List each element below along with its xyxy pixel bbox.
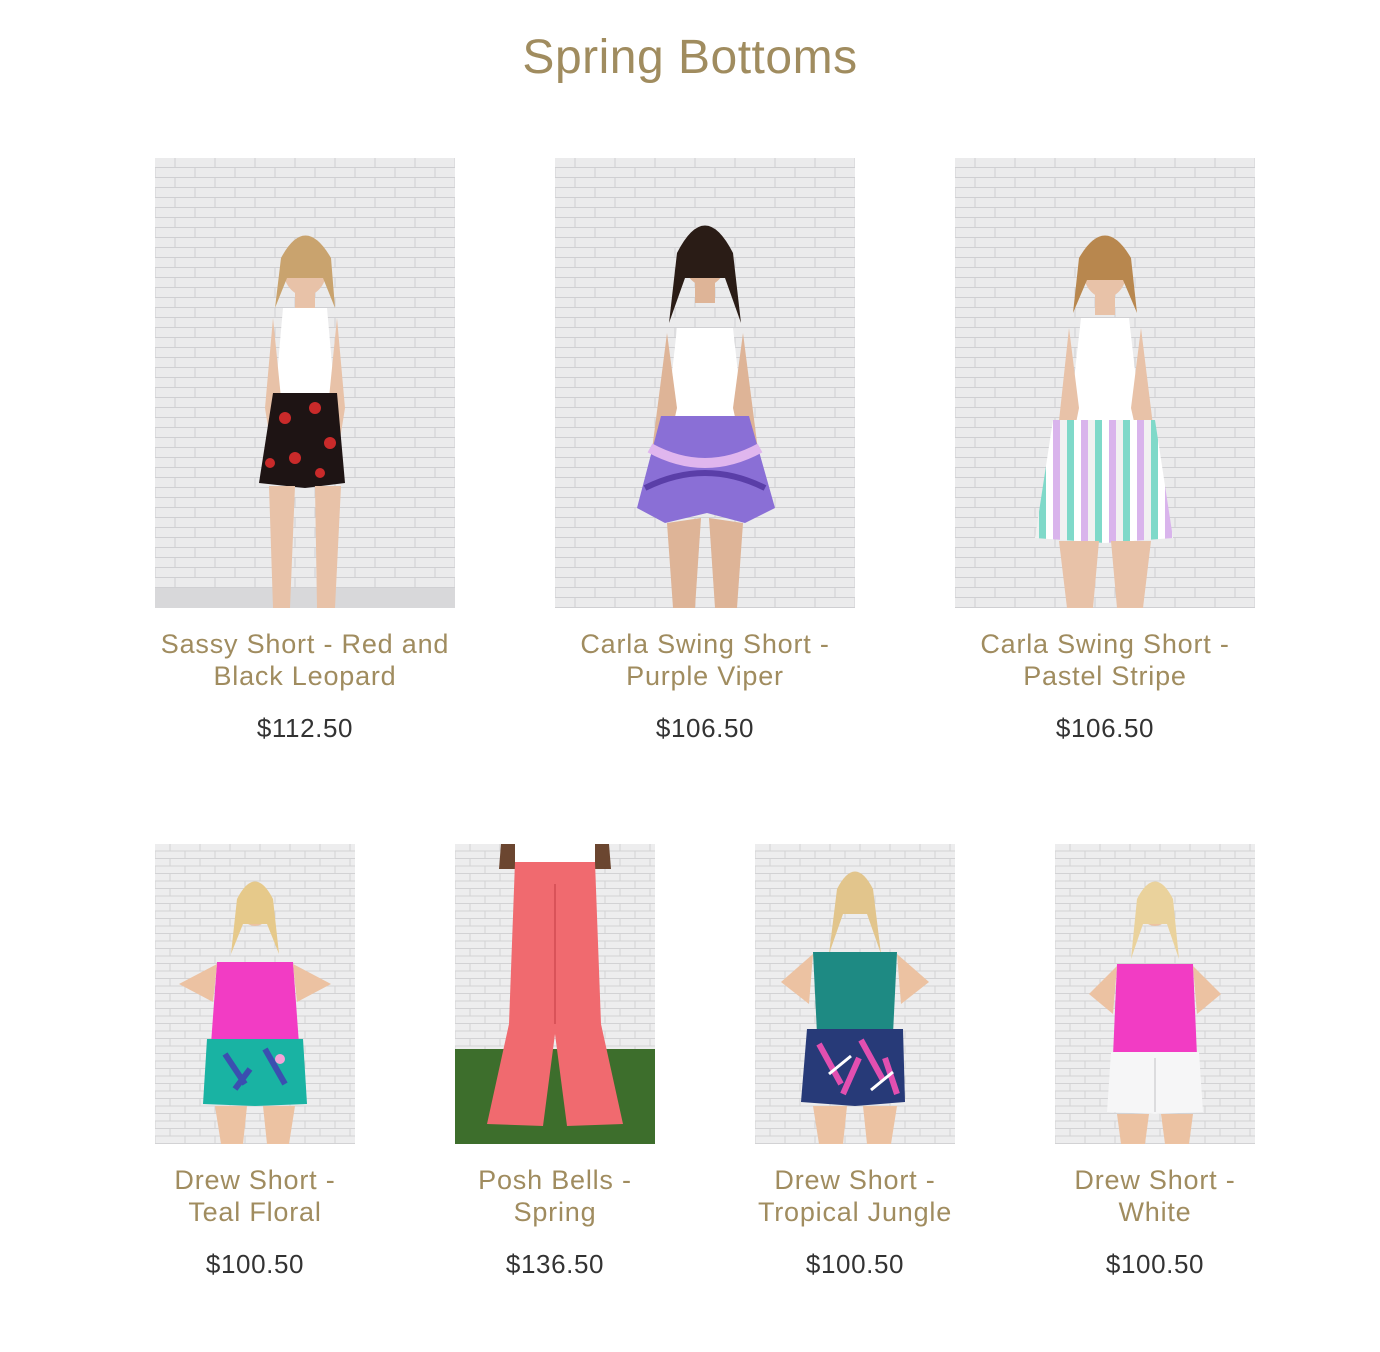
product-card[interactable]: Drew Short - Tropical Jungle $100.50 [755, 844, 955, 1280]
product-price: $106.50 [655, 713, 755, 743]
product-image[interactable] [755, 844, 955, 1144]
product-image[interactable] [155, 844, 355, 1144]
product-card[interactable]: Posh Bells - Spring $136.50 [455, 844, 655, 1280]
product-price: $100.50 [805, 1249, 905, 1279]
product-card[interactable]: Drew Short - White $100.50 [1055, 844, 1255, 1280]
product-name[interactable]: Drew Short - Teal Floral [155, 1164, 355, 1228]
product-name[interactable]: Carla Swing Short - Purple Viper [555, 628, 855, 692]
page-title: Spring Bottoms [522, 31, 858, 84]
product-name[interactable]: Sassy Short - Red and Black Leopard [155, 628, 455, 692]
product-image[interactable] [1055, 844, 1255, 1144]
product-image[interactable] [455, 844, 655, 1144]
product-name[interactable]: Carla Swing Short - Pastel Stripe [955, 628, 1255, 692]
product-image[interactable] [955, 158, 1255, 608]
product-card[interactable]: Carla Swing Short - Purple Viper $106.50 [555, 158, 855, 744]
product-price: $112.50 [256, 713, 354, 743]
product-card[interactable]: Carla Swing Short - Pastel Stripe $106.5… [955, 158, 1255, 744]
product-price: $106.50 [1055, 713, 1155, 743]
product-name[interactable]: Drew Short - Tropical Jungle [755, 1164, 955, 1228]
product-name[interactable]: Posh Bells - Spring [455, 1164, 655, 1228]
product-image[interactable] [155, 158, 455, 608]
product-price: $100.50 [1105, 1249, 1205, 1279]
product-price: $136.50 [505, 1249, 605, 1279]
product-image[interactable] [555, 158, 855, 608]
product-price: $100.50 [205, 1249, 305, 1279]
product-card[interactable]: Sassy Short - Red and Black Leopard $112… [155, 158, 455, 744]
product-card[interactable]: Drew Short - Teal Floral $100.50 [155, 844, 355, 1280]
product-name[interactable]: Drew Short - White [1055, 1164, 1255, 1228]
